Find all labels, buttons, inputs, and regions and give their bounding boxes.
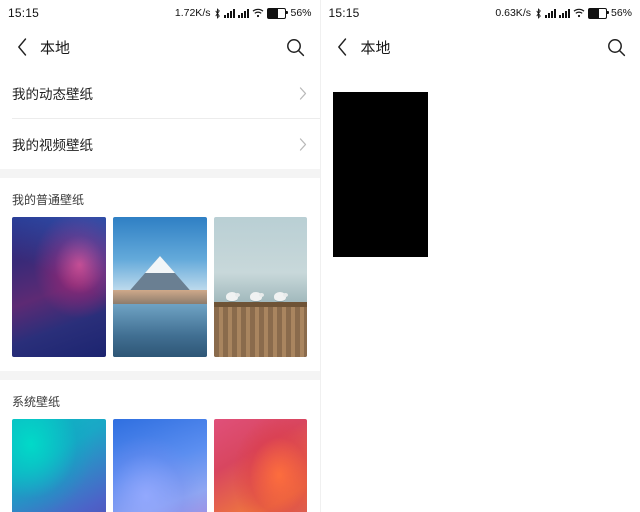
chevron-right-icon	[298, 86, 308, 100]
battery-percent-text: 56%	[610, 7, 632, 19]
search-icon[interactable]	[604, 35, 628, 59]
wallpaper-system-red[interactable]	[213, 419, 308, 512]
chevron-right-icon	[298, 137, 308, 151]
bird-icon	[249, 292, 264, 301]
wallpaper-grid-system	[0, 419, 320, 512]
battery-icon	[267, 7, 289, 19]
wallpaper-birds-on-pier[interactable]	[213, 217, 308, 357]
wallpaper-system-teal[interactable]	[12, 419, 106, 512]
battery-icon	[587, 7, 609, 19]
wallpaper-preview-black[interactable]	[332, 92, 428, 257]
section-separator-2	[0, 371, 320, 380]
signal-bars-icon	[224, 8, 236, 18]
back-arrow-icon[interactable]	[12, 37, 32, 57]
shoreline	[112, 289, 207, 304]
left-phone-screen: 15:15 1.72K/s 56% 本地 我的动态壁纸 我的视频壁纸 我的普通壁…	[0, 0, 320, 512]
status-bar-left: 15:15 1.72K/s 56%	[0, 0, 320, 26]
mountain-snowcap	[144, 256, 175, 274]
bird-icon	[273, 292, 288, 301]
dual-screenshot-container: 15:15 1.72K/s 56% 本地 我的动态壁纸 我的视频壁纸 我的普通壁…	[0, 0, 640, 512]
status-bar-right: 15:15 0.63K/s 56%	[321, 0, 640, 26]
back-arrow-icon[interactable]	[333, 37, 353, 57]
pier-planks	[213, 306, 308, 357]
signal-bars-icon-2	[558, 8, 570, 18]
battery-percent-text: 56%	[290, 7, 312, 19]
list-item-live-wallpapers[interactable]: 我的动态壁纸	[0, 68, 320, 118]
network-rate-text: 0.63K/s	[495, 7, 531, 19]
signal-bars-icon-2	[238, 8, 250, 18]
list-item-label: 我的视频壁纸	[12, 138, 93, 153]
wifi-icon	[252, 8, 264, 18]
wallpaper-grid-my	[0, 217, 320, 371]
wallpaper-system-blue[interactable]	[112, 419, 207, 512]
wallpaper-preview-area	[321, 68, 640, 257]
bluetooth-icon	[535, 7, 542, 19]
lake-water	[112, 303, 207, 357]
network-rate-text: 1.72K/s	[174, 7, 211, 19]
action-bar-left: 本地	[0, 26, 320, 68]
list-item-video-wallpapers[interactable]: 我的视频壁纸	[0, 119, 320, 169]
section-title-my-wallpapers: 我的普通壁纸	[12, 193, 85, 207]
page-title: 本地	[360, 39, 391, 57]
section-title-system-wallpapers: 系统壁纸	[12, 395, 61, 409]
signal-bars-icon	[544, 8, 556, 18]
wallpaper-mountain-lake[interactable]	[112, 217, 207, 357]
bluetooth-icon	[214, 7, 221, 19]
right-phone-screen: 15:15 0.63K/s 56% 本地	[319, 0, 640, 512]
bird-icon	[225, 292, 240, 301]
status-time: 15:15	[8, 6, 40, 20]
wallpaper-purple-gradient[interactable]	[12, 217, 106, 357]
search-icon[interactable]	[284, 35, 308, 59]
section-separator	[0, 169, 320, 178]
list-item-label: 我的动态壁纸	[12, 87, 93, 102]
status-time: 15:15	[328, 6, 360, 20]
action-bar-right: 本地	[320, 26, 640, 68]
wifi-icon	[573, 8, 585, 18]
page-title: 本地	[40, 39, 71, 57]
